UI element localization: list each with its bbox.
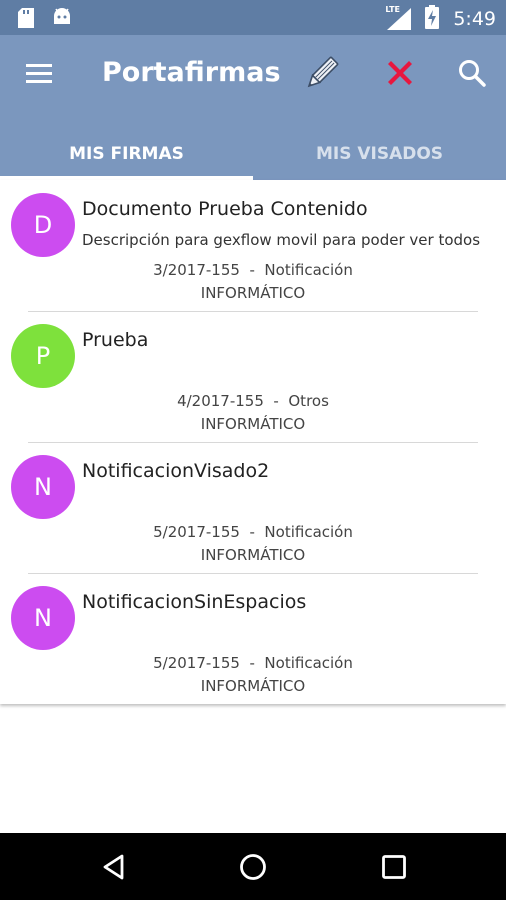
network-type: LTE: [385, 5, 401, 14]
document-reference: 3/2017-155 - Notificación: [153, 261, 353, 279]
document-department: INFORMÁTICO: [200, 415, 306, 433]
document-reference: 5/2017-155 - Notificación: [153, 654, 353, 672]
recents-icon[interactable]: [381, 854, 407, 880]
search-icon[interactable]: [456, 57, 488, 89]
avatar: D: [11, 193, 75, 257]
tab-mis-firmas[interactable]: MIS FIRMAS: [0, 127, 253, 180]
document-department: INFORMÁTICO: [200, 546, 306, 564]
list-item[interactable]: N NotificacionSinEspacios 5/2017-155 - N…: [0, 573, 506, 704]
tab-mis-visados[interactable]: MIS VISADOS: [253, 127, 506, 180]
avatar: P: [11, 324, 75, 388]
list-item[interactable]: P Prueba 4/2017-155 - Otros INFORMÁTICO: [0, 311, 506, 442]
android-icon: [52, 8, 72, 32]
pencil-icon[interactable]: [300, 53, 342, 95]
document-department: INFORMÁTICO: [200, 284, 306, 302]
close-icon[interactable]: [382, 55, 418, 91]
clock: 5:49: [453, 8, 496, 30]
document-title: NotificacionVisado2: [82, 460, 270, 482]
avatar: N: [11, 586, 75, 650]
document-meta: 4/2017-155 - Otros INFORMÁTICO: [0, 390, 506, 436]
signal-icon: LTE: [385, 5, 412, 30]
home-icon[interactable]: [238, 852, 268, 882]
status-bar: LTE 5:49: [0, 0, 506, 35]
list-item[interactable]: D Documento Prueba Contenido Descripción…: [0, 180, 506, 311]
document-reference: 4/2017-155 - Otros: [177, 392, 329, 410]
app-title: Portafirmas: [102, 57, 281, 88]
document-title: Documento Prueba Contenido: [82, 198, 368, 220]
document-list: D Documento Prueba Contenido Descripción…: [0, 180, 506, 704]
app-bar: Portafirmas MIS FIRMAS MIS VISADOS: [0, 35, 506, 180]
back-icon[interactable]: [100, 853, 128, 881]
tab-bar: MIS FIRMAS MIS VISADOS: [0, 127, 506, 180]
document-meta: 5/2017-155 - Notificación INFORMÁTICO: [0, 652, 506, 698]
menu-icon[interactable]: [22, 59, 58, 89]
document-meta: 5/2017-155 - Notificación INFORMÁTICO: [0, 521, 506, 567]
document-title: Prueba: [82, 329, 149, 351]
document-title: NotificacionSinEspacios: [82, 591, 307, 613]
sd-card-icon: [18, 8, 34, 32]
document-description: Descripción para gexflow movil para pode…: [82, 231, 481, 249]
document-meta: 3/2017-155 - Notificación INFORMÁTICO: [0, 259, 506, 305]
avatar: N: [11, 455, 75, 519]
battery-charging-icon: [425, 5, 440, 33]
navigation-bar: [0, 833, 506, 900]
document-department: INFORMÁTICO: [200, 677, 306, 695]
list-item[interactable]: N NotificacionVisado2 5/2017-155 - Notif…: [0, 442, 506, 573]
document-reference: 5/2017-155 - Notificación: [153, 523, 353, 541]
